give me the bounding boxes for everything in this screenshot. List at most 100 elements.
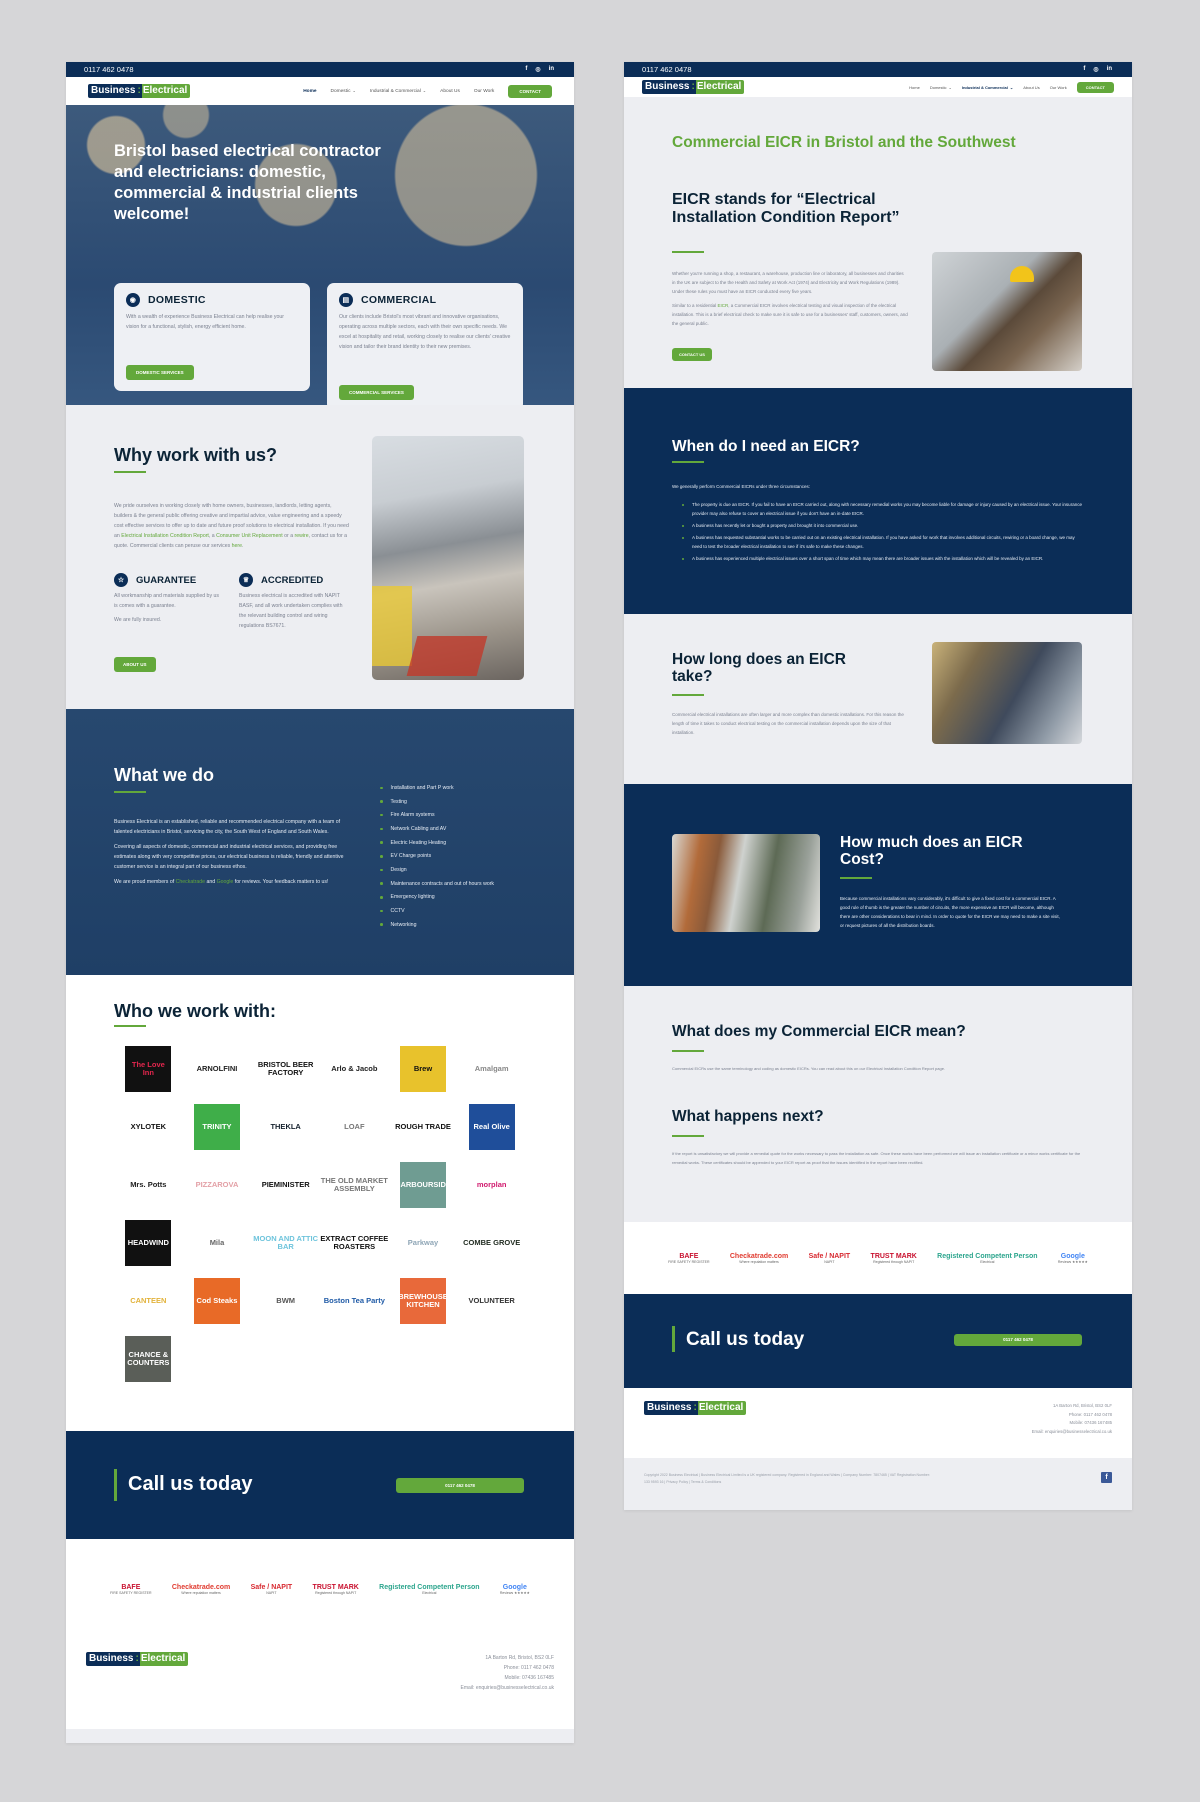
instagram-icon[interactable]: ◎ bbox=[535, 66, 540, 73]
what-paragraph: Covering all aspects of domestic, commer… bbox=[114, 844, 344, 870]
client-logo: Boston Tea Party bbox=[323, 1296, 385, 1306]
call-phone-button[interactable]: 0117 462 0478 bbox=[954, 1334, 1082, 1346]
client-logos: The Love Inn ARNOLFINI BRISTOL BEER FACTOR… bbox=[114, 1040, 526, 1388]
domestic-card: ◉ DOMESTIC With a wealth of experience Bu… bbox=[114, 283, 310, 391]
when-list: The property is due an EICR. If you fail… bbox=[682, 500, 1082, 566]
next-text: If the report is unsatisfactory we will … bbox=[672, 1151, 1081, 1165]
nav-about[interactable]: About Us bbox=[440, 89, 460, 94]
accreditation-name: Checkatrade.com bbox=[729, 1252, 789, 1260]
service-item: Fire Alarm systems bbox=[380, 808, 494, 822]
footer-address: 1A Barton Rd, Bristol, BS2 0LF bbox=[485, 1655, 554, 1661]
linkedin-icon[interactable]: in bbox=[1107, 66, 1112, 73]
page-title: Commercial EICR in Bristol and the South… bbox=[672, 134, 1016, 151]
contact-button[interactable]: CONTACT bbox=[1076, 81, 1114, 93]
chevron-down-icon: ⌄ bbox=[352, 88, 356, 93]
eicr-link[interactable]: Electrical Installation Condition Report bbox=[121, 533, 209, 539]
eicr-link[interactable]: EICR bbox=[718, 303, 729, 308]
facebook-icon[interactable]: f bbox=[525, 66, 527, 73]
social-links: f ◎ in bbox=[525, 66, 554, 73]
bullet-icon bbox=[380, 923, 383, 926]
why-text-5: . bbox=[242, 543, 244, 549]
top-phone[interactable]: 0117 462 0478 bbox=[626, 65, 692, 74]
intro-paragraph: Similar to a residential EICR, a Commerc… bbox=[672, 301, 908, 328]
site-logo[interactable]: Business: Electrical bbox=[88, 84, 191, 98]
logo-part1: Business bbox=[642, 80, 691, 94]
footer-phone[interactable]: Phone: 0117 462 0478 bbox=[1032, 1411, 1112, 1420]
main-nav: Business: Electrical Home Domestic ⌄ Indus… bbox=[66, 77, 574, 105]
site-logo[interactable]: Business: Electrical bbox=[642, 80, 745, 94]
nav-our-work[interactable]: Our Work bbox=[474, 89, 494, 94]
hero-section: Bristol based electrical contractor and … bbox=[66, 105, 574, 411]
service-label: EV Charge points bbox=[390, 853, 432, 860]
list-item: A business has experienced multiple elec… bbox=[682, 554, 1082, 563]
nav-domestic[interactable]: Domestic ⌄ bbox=[930, 85, 952, 90]
call-phone-button[interactable]: 0117 462 0478 bbox=[396, 1478, 524, 1493]
accreditation-logo: Registered Competent Person Electrical bbox=[379, 1584, 479, 1595]
client-logo: Mila bbox=[209, 1238, 225, 1248]
footer-email[interactable]: Email: enquiries@businesselectrical.co.u… bbox=[461, 1683, 554, 1693]
facebook-icon[interactable]: f bbox=[1083, 66, 1085, 73]
nav-home[interactable]: Home bbox=[909, 85, 920, 90]
service-label: Installation and Part P work bbox=[390, 784, 454, 791]
nav-industrial-commercial[interactable]: Industrial & Commercial ⌄ bbox=[370, 88, 426, 94]
intro-title: EICR stands for “Electrical Installation… bbox=[672, 191, 900, 226]
title-underline bbox=[114, 471, 146, 473]
who-title: Who we work with: bbox=[114, 1001, 276, 1021]
here-link[interactable]: here bbox=[232, 543, 242, 549]
footer-mobile[interactable]: Mobile: 07436 167485 bbox=[1032, 1419, 1112, 1428]
nav-industrial-commercial[interactable]: Industrial & Commercial ⌄ bbox=[962, 85, 1013, 90]
footer-logo[interactable]: Business: Electrical bbox=[644, 1401, 747, 1415]
client-logo: THE OLD MARKET ASSEMBLY bbox=[320, 1176, 388, 1193]
title-underline bbox=[840, 877, 872, 879]
about-us-button[interactable]: ABOUT US bbox=[114, 657, 156, 672]
nav-home[interactable]: Home bbox=[303, 89, 316, 94]
facebook-icon[interactable]: f bbox=[1101, 1472, 1112, 1483]
accreditation-name: BAFE bbox=[121, 1583, 141, 1591]
service-item: Testing bbox=[380, 795, 494, 809]
list-item: The property is due an EICR. If you fail… bbox=[682, 500, 1082, 518]
contact-button[interactable]: CONTACT bbox=[508, 84, 552, 98]
logo-part1: Business bbox=[86, 1652, 135, 1666]
client-logo: BRISTOL BEER FACTORY bbox=[257, 1060, 314, 1077]
what-title: What we do bbox=[114, 765, 214, 785]
nav-domestic-label: Domestic bbox=[330, 89, 351, 94]
chevron-down-icon: ⌄ bbox=[1009, 84, 1014, 90]
accreditation-sub: Electrical bbox=[980, 1259, 995, 1264]
footer-email[interactable]: Email: enquiries@businesselectrical.co.u… bbox=[1032, 1428, 1112, 1437]
top-phone[interactable]: 0117 462 0478 bbox=[68, 65, 134, 74]
footer-mobile[interactable]: Mobile: 07436 167485 bbox=[461, 1673, 555, 1683]
client-logo: CHANCE & COUNTERS bbox=[125, 1336, 172, 1382]
commercial-services-button[interactable]: COMMERCIAL SERVICES bbox=[339, 385, 414, 400]
accreditation-name: Safe / NAPIT bbox=[250, 1583, 293, 1591]
footer-phone[interactable]: Phone: 0117 462 0478 bbox=[461, 1663, 554, 1673]
nav-about[interactable]: About Us bbox=[1023, 85, 1039, 90]
how-long-text: Commercial electrical installations are … bbox=[672, 712, 904, 735]
commercial-card: ▤ COMMERCIAL Our clients include Bristol'… bbox=[327, 283, 523, 411]
hero-title: Bristol based electrical contractor and … bbox=[114, 142, 381, 223]
instagram-icon[interactable]: ◎ bbox=[1093, 66, 1098, 73]
mean-title: What does my Commercial EICR mean? bbox=[672, 1023, 966, 1040]
trophy-icon: ♕ bbox=[239, 573, 253, 587]
checkatrade-link[interactable]: Checkatrade bbox=[176, 879, 205, 885]
service-item: Electric Heating Heating bbox=[380, 836, 494, 850]
service-label: Electric Heating Heating bbox=[390, 839, 447, 846]
accent-bar bbox=[114, 1469, 117, 1501]
why-text-3: or a bbox=[282, 533, 295, 539]
contact-us-button[interactable]: CONTACT US bbox=[672, 348, 712, 361]
nav-our-work[interactable]: Our Work bbox=[1050, 85, 1067, 90]
feature-text: We are fully insured. bbox=[114, 617, 162, 623]
accreditation-logo: Registered Competent Person Electrical bbox=[937, 1253, 1037, 1264]
how-much-title: How much does an EICR Cost? bbox=[840, 834, 1023, 868]
google-link[interactable]: Google bbox=[217, 879, 234, 885]
feature-title: GUARANTEE bbox=[136, 574, 197, 586]
consumer-unit-link[interactable]: Consumer Unit Replacement bbox=[216, 533, 283, 539]
linkedin-icon[interactable]: in bbox=[549, 66, 554, 73]
domestic-services-button[interactable]: DOMESTIC SERVICES bbox=[126, 365, 194, 380]
nav-domestic[interactable]: Domestic ⌄ bbox=[331, 88, 356, 94]
footer-logo[interactable]: Business: Electrical bbox=[86, 1652, 189, 1666]
intro-text: Whether you're running a shop, a restaur… bbox=[672, 269, 908, 333]
nav-industrial-label: Industrial & Commercial bbox=[369, 89, 421, 94]
service-label: Emergency lighting bbox=[390, 894, 435, 901]
rewire-link[interactable]: rewire bbox=[295, 533, 309, 539]
what-paragraph: We are proud members of Checkatrade and … bbox=[114, 877, 350, 887]
